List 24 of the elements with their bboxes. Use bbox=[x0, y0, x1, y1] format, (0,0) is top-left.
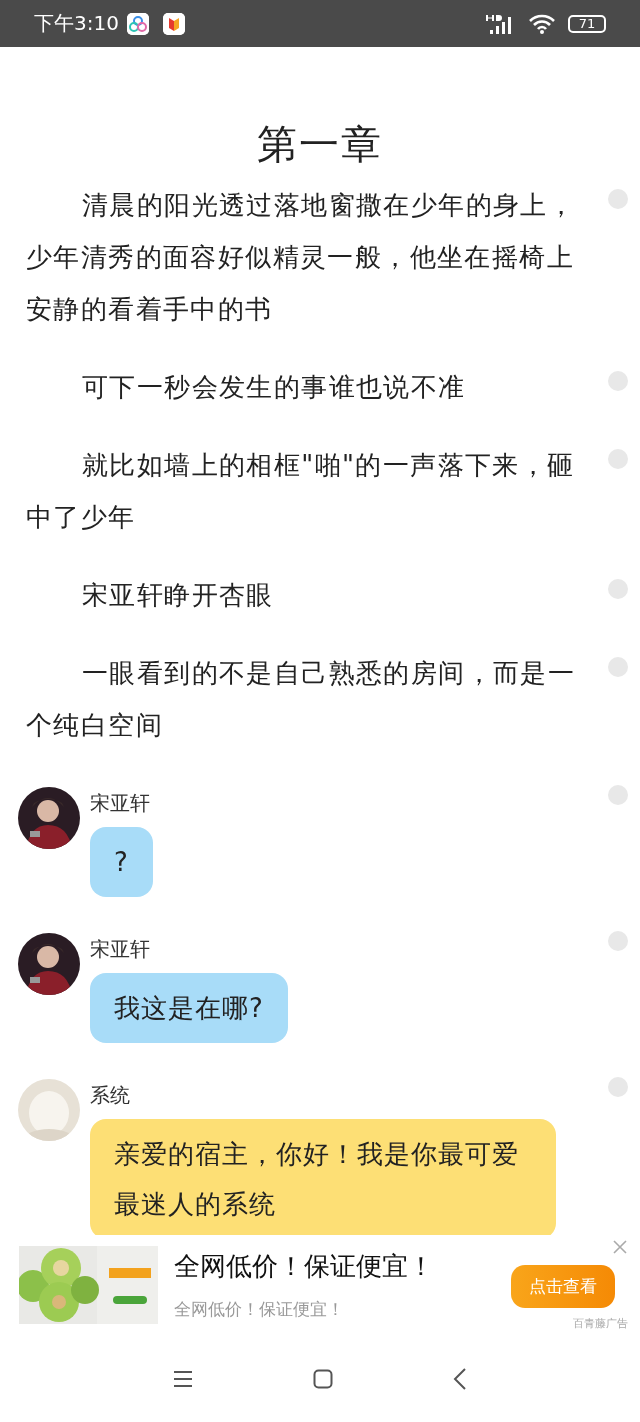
message-bubble: 我这是在哪? bbox=[90, 973, 288, 1043]
close-icon[interactable] bbox=[612, 1239, 628, 1255]
menu-icon[interactable] bbox=[173, 1369, 193, 1388]
wifi-icon bbox=[528, 13, 556, 34]
ad-title: 全网低价！保证便宜！ bbox=[174, 1250, 434, 1283]
sender-name: 宋亚轩 bbox=[90, 791, 150, 815]
paragraph: 就比如墙上的相框"啪"的一声落下来，砸中了少年 bbox=[26, 449, 576, 534]
book-app-icon[interactable] bbox=[162, 12, 185, 35]
paragraph: 宋亚轩睁开杏眼 bbox=[81, 579, 275, 612]
message-bubble: ? bbox=[90, 827, 153, 897]
battery-indicator: 71 bbox=[568, 14, 606, 33]
back-icon[interactable] bbox=[453, 1367, 467, 1390]
home-icon[interactable] bbox=[313, 1368, 333, 1389]
cloud-app-icon[interactable] bbox=[126, 12, 149, 35]
ad-source: 百青藤广告 bbox=[573, 1316, 628, 1331]
ad-subtitle: 全网低价！保证便宜！ bbox=[174, 1298, 345, 1321]
message-bubble: 亲爱的宿主，你好！我是你最可爱最迷人的系统 bbox=[90, 1119, 556, 1235]
paragraph: 可下一秒会发生的事谁也说不准 bbox=[81, 371, 467, 404]
paragraph: 一眼看到的不是自己熟悉的房间，而是一个纯白空间 bbox=[26, 657, 577, 742]
paragraph: 清晨的阳光透过落地窗撒在少年的身上，少年清秀的面容好似精灵一般，他坐在摇椅上安静的看着手中的书 bbox=[26, 189, 577, 326]
sender-name: 宋亚轩 bbox=[90, 937, 150, 961]
chapter-title: 第一章 bbox=[256, 120, 384, 169]
status-time: 下午3:10 bbox=[34, 10, 119, 37]
sender-name: 系统 bbox=[90, 1083, 130, 1107]
